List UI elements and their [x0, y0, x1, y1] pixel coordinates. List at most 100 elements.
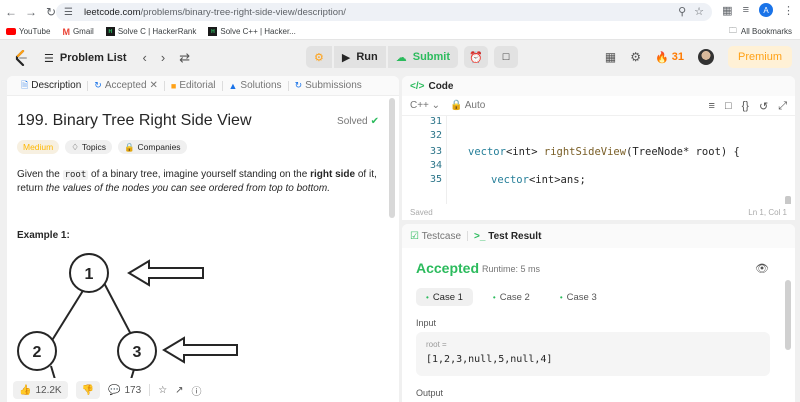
- timer-button[interactable]: ⏰: [464, 46, 489, 68]
- tree-node-label: 1: [85, 266, 94, 283]
- description-scrollbar[interactable]: [389, 98, 395, 218]
- tab-description[interactable]: 🗎 Description: [15, 78, 87, 94]
- tab-editorial[interactable]: ■ Editorial: [165, 80, 222, 91]
- companies-badge[interactable]: 🔒 Companies: [117, 140, 187, 154]
- settings-icon[interactable]: ⚙: [630, 50, 641, 64]
- history-icon: ↻: [94, 80, 102, 90]
- language-select[interactable]: C++ ⌄: [410, 100, 440, 111]
- result-scrollbar[interactable]: [785, 280, 791, 350]
- input-value: [1,2,3,null,5,null,4]: [426, 354, 553, 365]
- runtime-text: Runtime: 5 ms: [482, 264, 541, 274]
- premium-button[interactable]: Premium: [727, 46, 792, 68]
- braces-icon[interactable]: {}: [742, 100, 749, 113]
- bug-icon: ⚙: [314, 51, 324, 64]
- hackerrank-icon: H: [105, 27, 115, 36]
- profile-avatar[interactable]: A: [759, 3, 773, 17]
- help-icon[interactable]: ⓘ: [192, 383, 202, 398]
- problem-panel: 🗎 Description ↻ Accepted ✕ ■ Editorial ▲ Solu…: [7, 76, 399, 402]
- user-avatar[interactable]: [697, 49, 714, 65]
- case-tab-2[interactable]: • Case 2: [483, 288, 540, 306]
- bookmark-youtube[interactable]: YouTube: [6, 27, 50, 36]
- youtube-icon: [6, 28, 16, 35]
- dislike-button[interactable]: 👎: [75, 381, 101, 399]
- shuffle-icon[interactable]: ⇄: [179, 50, 190, 66]
- tab-submissions[interactable]: ↻ Submissions: [289, 80, 368, 91]
- book-icon: ■: [170, 80, 177, 91]
- code-header: </> Code: [402, 76, 795, 96]
- browser-toolbar: ← → ↻ ☰ leetcode.com/problems/binary-tre…: [0, 0, 800, 24]
- line-number: 33: [429, 146, 442, 157]
- code-tag-icon: </>: [410, 80, 425, 92]
- bookmark-hackerrank-cpp[interactable]: H Solve C++ | Hacker...: [208, 27, 296, 36]
- document-icon: 🗎: [21, 79, 29, 90]
- checkbox-icon: ☑: [410, 230, 419, 242]
- bookmarks-bar: YouTube M Gmail H Solve C | HackerRank H So…: [0, 24, 800, 40]
- site-info-icon[interactable]: ☰: [64, 7, 78, 18]
- close-icon[interactable]: ✕: [150, 80, 158, 91]
- saved-status: Saved: [410, 207, 433, 217]
- tag-icon: ♢: [71, 141, 79, 152]
- check-circle-icon: ✔: [370, 116, 379, 127]
- input-box[interactable]: root = [1,2,3,null,5,null,4]: [416, 332, 770, 376]
- bookmark-gmail[interactable]: M Gmail: [62, 27, 93, 37]
- address-bar[interactable]: ☰ leetcode.com/problems/binary-tree-righ…: [56, 3, 712, 21]
- code-toolbar: C++ ⌄ 🔒 Auto ≡ □ {} ↺ ⤢: [402, 96, 795, 116]
- forward-icon[interactable]: →: [22, 3, 40, 21]
- thumbs-down-icon: 👎: [81, 384, 95, 396]
- line-number: 32: [429, 130, 442, 141]
- flask-icon: ▲: [228, 80, 238, 91]
- share-icon[interactable]: ↗: [175, 385, 183, 396]
- back-icon[interactable]: ←: [2, 3, 20, 21]
- layout-icon[interactable]: ▦: [605, 50, 616, 64]
- run-button[interactable]: ▶ Run: [333, 46, 386, 68]
- note-icon: □: [502, 51, 510, 63]
- bookmark-hackerrank-c[interactable]: H Solve C | HackerRank: [105, 27, 196, 36]
- case-tab-3[interactable]: • Case 3: [550, 288, 607, 306]
- extensions-icon[interactable]: ▦: [722, 4, 732, 17]
- star-icon[interactable]: ☆: [694, 5, 704, 18]
- comments-button[interactable]: 💬 173: [108, 385, 141, 396]
- code-line-35: vector<int>ans;: [491, 174, 586, 186]
- zoom-icon[interactable]: ⚲: [678, 5, 686, 18]
- tab-testcase[interactable]: ☑ Testcase: [410, 231, 461, 242]
- editor-status-bar: Saved Ln 1, Col 1: [402, 204, 795, 220]
- case-tab-1[interactable]: • Case 1: [416, 288, 473, 306]
- difficulty-badge[interactable]: Medium: [17, 140, 60, 154]
- leetcode-logo-icon[interactable]: [14, 50, 28, 66]
- tab-solutions[interactable]: ▲ Solutions: [223, 80, 288, 91]
- output-label: Output: [416, 388, 444, 398]
- arrow-left-shape: [127, 259, 204, 287]
- input-label: Input: [416, 318, 437, 328]
- like-button[interactable]: 👍 12.2K: [13, 381, 68, 399]
- debug-button[interactable]: ⚙: [306, 46, 332, 68]
- expand-icon[interactable]: ⤢: [778, 100, 787, 113]
- input-key: root =: [426, 340, 447, 349]
- tab-accepted[interactable]: ↻ Accepted ✕: [88, 80, 164, 91]
- reset-icon[interactable]: ↺: [759, 100, 768, 113]
- code-editor[interactable]: 31 32 33 34 35 vector<int> rightSideView…: [402, 116, 795, 204]
- bookmark-icon[interactable]: □: [725, 100, 732, 113]
- prev-problem-icon[interactable]: ‹: [143, 50, 147, 66]
- tab-test-result[interactable]: >_ Test Result: [474, 231, 541, 242]
- topics-badge[interactable]: ♢ Topics: [65, 140, 112, 154]
- code-title: Code: [428, 80, 454, 92]
- comment-icon: 💬: [108, 384, 121, 396]
- submit-button[interactable]: ☁ Submit: [387, 46, 459, 68]
- autocomplete-mode[interactable]: 🔒 Auto: [450, 100, 485, 111]
- editor-scrollbar[interactable]: [785, 196, 791, 204]
- next-problem-icon[interactable]: ›: [161, 50, 165, 66]
- tree-node-label: 2: [33, 344, 42, 361]
- problem-list-link[interactable]: Problem List: [60, 52, 127, 64]
- favorite-star-icon[interactable]: ☆: [158, 385, 167, 396]
- user-bar: ▦ ⚙ 🔥 31 Premium: [605, 46, 792, 68]
- media-icon[interactable]: ≡: [743, 4, 749, 16]
- all-bookmarks[interactable]: 🗀 All Bookmarks: [729, 25, 792, 39]
- eye-icon[interactable]: 👁: [755, 262, 769, 275]
- notes-button[interactable]: □: [494, 46, 519, 68]
- menu-icon[interactable]: ⋮: [783, 4, 794, 17]
- problem-tabs: 🗎 Description ↻ Accepted ✕ ■ Editorial ▲ Solu…: [7, 76, 399, 96]
- format-icon[interactable]: ≡: [709, 100, 715, 113]
- code-line-33: vector<int> rightSideView(TreeNode* root…: [468, 146, 740, 158]
- alarm-icon: ⏰: [469, 51, 483, 64]
- streak-counter[interactable]: 🔥 31: [655, 51, 684, 64]
